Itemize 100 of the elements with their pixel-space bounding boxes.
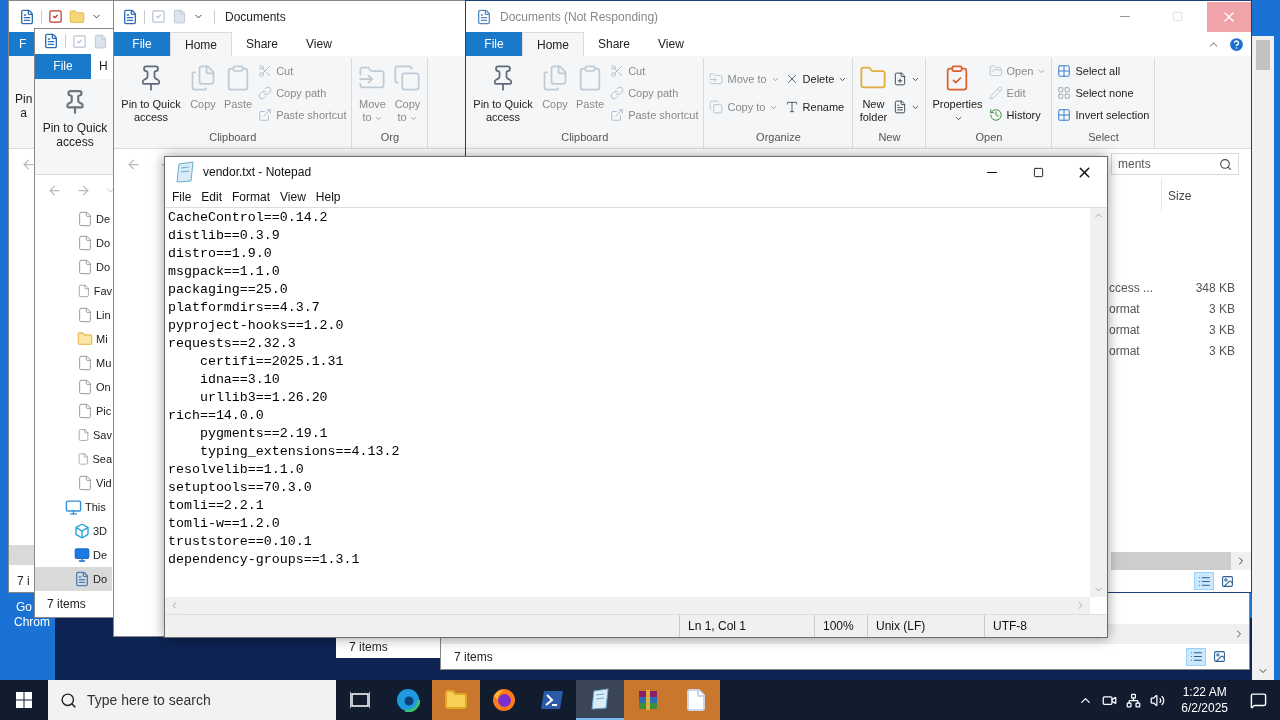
nav-item[interactable]: Mi — [35, 327, 112, 352]
document-icon — [122, 8, 138, 25]
invert-selection-icon — [1057, 108, 1072, 122]
desktop-icon-label[interactable]: Chrom — [14, 613, 50, 631]
select-none-icon — [1057, 86, 1072, 100]
file-tab[interactable]: F — [9, 32, 34, 56]
ribbon-tab[interactable]: Home — [522, 32, 584, 56]
maximize-icon — [1171, 11, 1183, 22]
file-icon — [77, 379, 93, 396]
ribbon-tab[interactable]: Home — [170, 32, 232, 56]
nav-item[interactable]: De — [35, 543, 112, 568]
ribbon-button[interactable]: Pin a — [15, 92, 33, 120]
status-text: 7 items — [454, 648, 493, 666]
group-label: Select — [1087, 129, 1120, 145]
nav-item[interactable]: Pic — [35, 399, 112, 424]
file-icon — [77, 427, 91, 444]
ribbon-button[interactable]: Pin to Quick access — [470, 60, 536, 124]
table-cell-text: ormat — [1109, 321, 1141, 339]
menu-item[interactable]: Edit — [196, 188, 228, 206]
nav-item[interactable]: Do — [35, 231, 112, 256]
ribbon-button[interactable]: Select none — [1056, 82, 1151, 104]
status-text: 7 items — [47, 596, 86, 614]
nav-item[interactable]: 3D — [35, 519, 112, 544]
window-title: vendor.txt - Notepad — [203, 164, 312, 181]
group-label: Clipboard — [208, 129, 258, 145]
folder-icon — [77, 331, 93, 348]
file-icon — [77, 475, 93, 492]
ribbon-button[interactable]: Delete — [783, 68, 849, 90]
ribbon-button[interactable]: History — [987, 104, 1048, 126]
nav-item[interactable]: On — [35, 375, 112, 400]
list-icon — [1197, 574, 1211, 588]
nav-item[interactable]: Vid — [35, 471, 112, 496]
text-line: distro==1.9.0 — [168, 245, 272, 263]
text-line: truststore==0.10.1 — [168, 533, 312, 551]
nav-item[interactable]: Sea — [35, 447, 112, 472]
notification-icon — [1249, 691, 1267, 709]
monitor-icon — [74, 547, 90, 564]
ribbon-tab[interactable]: H — [91, 53, 111, 79]
image-icon — [1212, 650, 1226, 663]
ribbon-button[interactable]: Pin to Quick access — [39, 88, 111, 149]
menu-item[interactable]: Format — [227, 188, 276, 206]
menu-item[interactable]: File — [167, 188, 197, 206]
ribbon-button[interactable]: Invert selection — [1056, 104, 1151, 126]
details-view-button[interactable] — [1186, 647, 1206, 666]
clock[interactable]: 1:22 AM 6/2/2025 — [1173, 684, 1236, 716]
ribbon-button[interactable]: Pin to Quick access — [118, 60, 184, 124]
pages-icon — [189, 64, 217, 92]
rename-icon — [784, 100, 799, 114]
link-icon — [610, 86, 625, 100]
folder-icon — [444, 688, 468, 712]
file-tab[interactable]: File — [466, 32, 522, 56]
desktop-icon-label[interactable]: Go — [16, 598, 32, 616]
status-text: 7 i — [17, 573, 30, 590]
menu-item[interactable]: Help — [310, 188, 346, 206]
image-icon — [1220, 574, 1234, 588]
nav-item[interactable]: De — [35, 207, 112, 232]
nav-item[interactable]: Mu — [35, 351, 112, 376]
text-line: resolvelib==1.1.0 — [168, 461, 304, 479]
text-line: distlib==0.3.9 — [168, 227, 280, 245]
copy-icon — [709, 100, 724, 114]
nav-item[interactable]: This — [35, 495, 112, 520]
group-label: Org — [379, 129, 401, 145]
nav-item[interactable]: Sav — [35, 423, 112, 448]
taskbar-app-button[interactable] — [576, 680, 624, 720]
group-label: Open — [974, 129, 1004, 145]
window-title: Documents — [225, 8, 286, 26]
column-header[interactable]: Size — [1161, 179, 1251, 211]
ribbon-button[interactable]: Properties — [930, 60, 985, 124]
fox-browser-icon — [492, 688, 516, 712]
text-line: typing_extensions==4.13.2 — [198, 443, 400, 461]
ribbon-button[interactable]: Select all — [1056, 60, 1151, 82]
search-field[interactable]: ments — [1111, 153, 1239, 175]
windows-logo-icon — [16, 692, 32, 708]
file-tab[interactable]: File — [114, 32, 170, 56]
minimize-icon — [987, 171, 997, 173]
search-icon — [1219, 157, 1232, 171]
group-label: Clipboard — [560, 129, 610, 145]
nav-item[interactable]: Do — [35, 255, 112, 280]
table-cell-text: ccess ... — [1109, 279, 1154, 297]
terminal-icon — [540, 689, 564, 711]
ribbon-button[interactable]: New folder — [857, 60, 890, 124]
text-line: pyproject-hooks==1.2.0 — [168, 317, 344, 335]
ribbon-button[interactable]: Rename — [783, 96, 849, 118]
status-text: 7 items — [349, 639, 388, 656]
status-text: 100% — [814, 615, 867, 637]
window-title: Documents (Not Responding) — [500, 8, 659, 26]
search-field[interactable]: Type here to search — [48, 680, 336, 720]
pages-icon — [541, 64, 569, 92]
file-icon — [77, 403, 93, 420]
nav-item[interactable]: Do — [35, 567, 112, 592]
menu-item[interactable]: View — [275, 188, 311, 206]
nav-item[interactable]: Fav — [35, 279, 112, 304]
computer-icon — [65, 498, 82, 516]
table-cell-text: 348 KB — [1194, 279, 1235, 297]
text-line: CacheControl==0.14.2 — [168, 209, 328, 227]
nav-item[interactable]: Lin — [35, 303, 112, 328]
details-view-button[interactable] — [1194, 572, 1214, 590]
file-tab[interactable]: File — [35, 53, 91, 79]
scissors-icon — [610, 64, 625, 78]
folder-arrow-icon — [709, 72, 724, 86]
